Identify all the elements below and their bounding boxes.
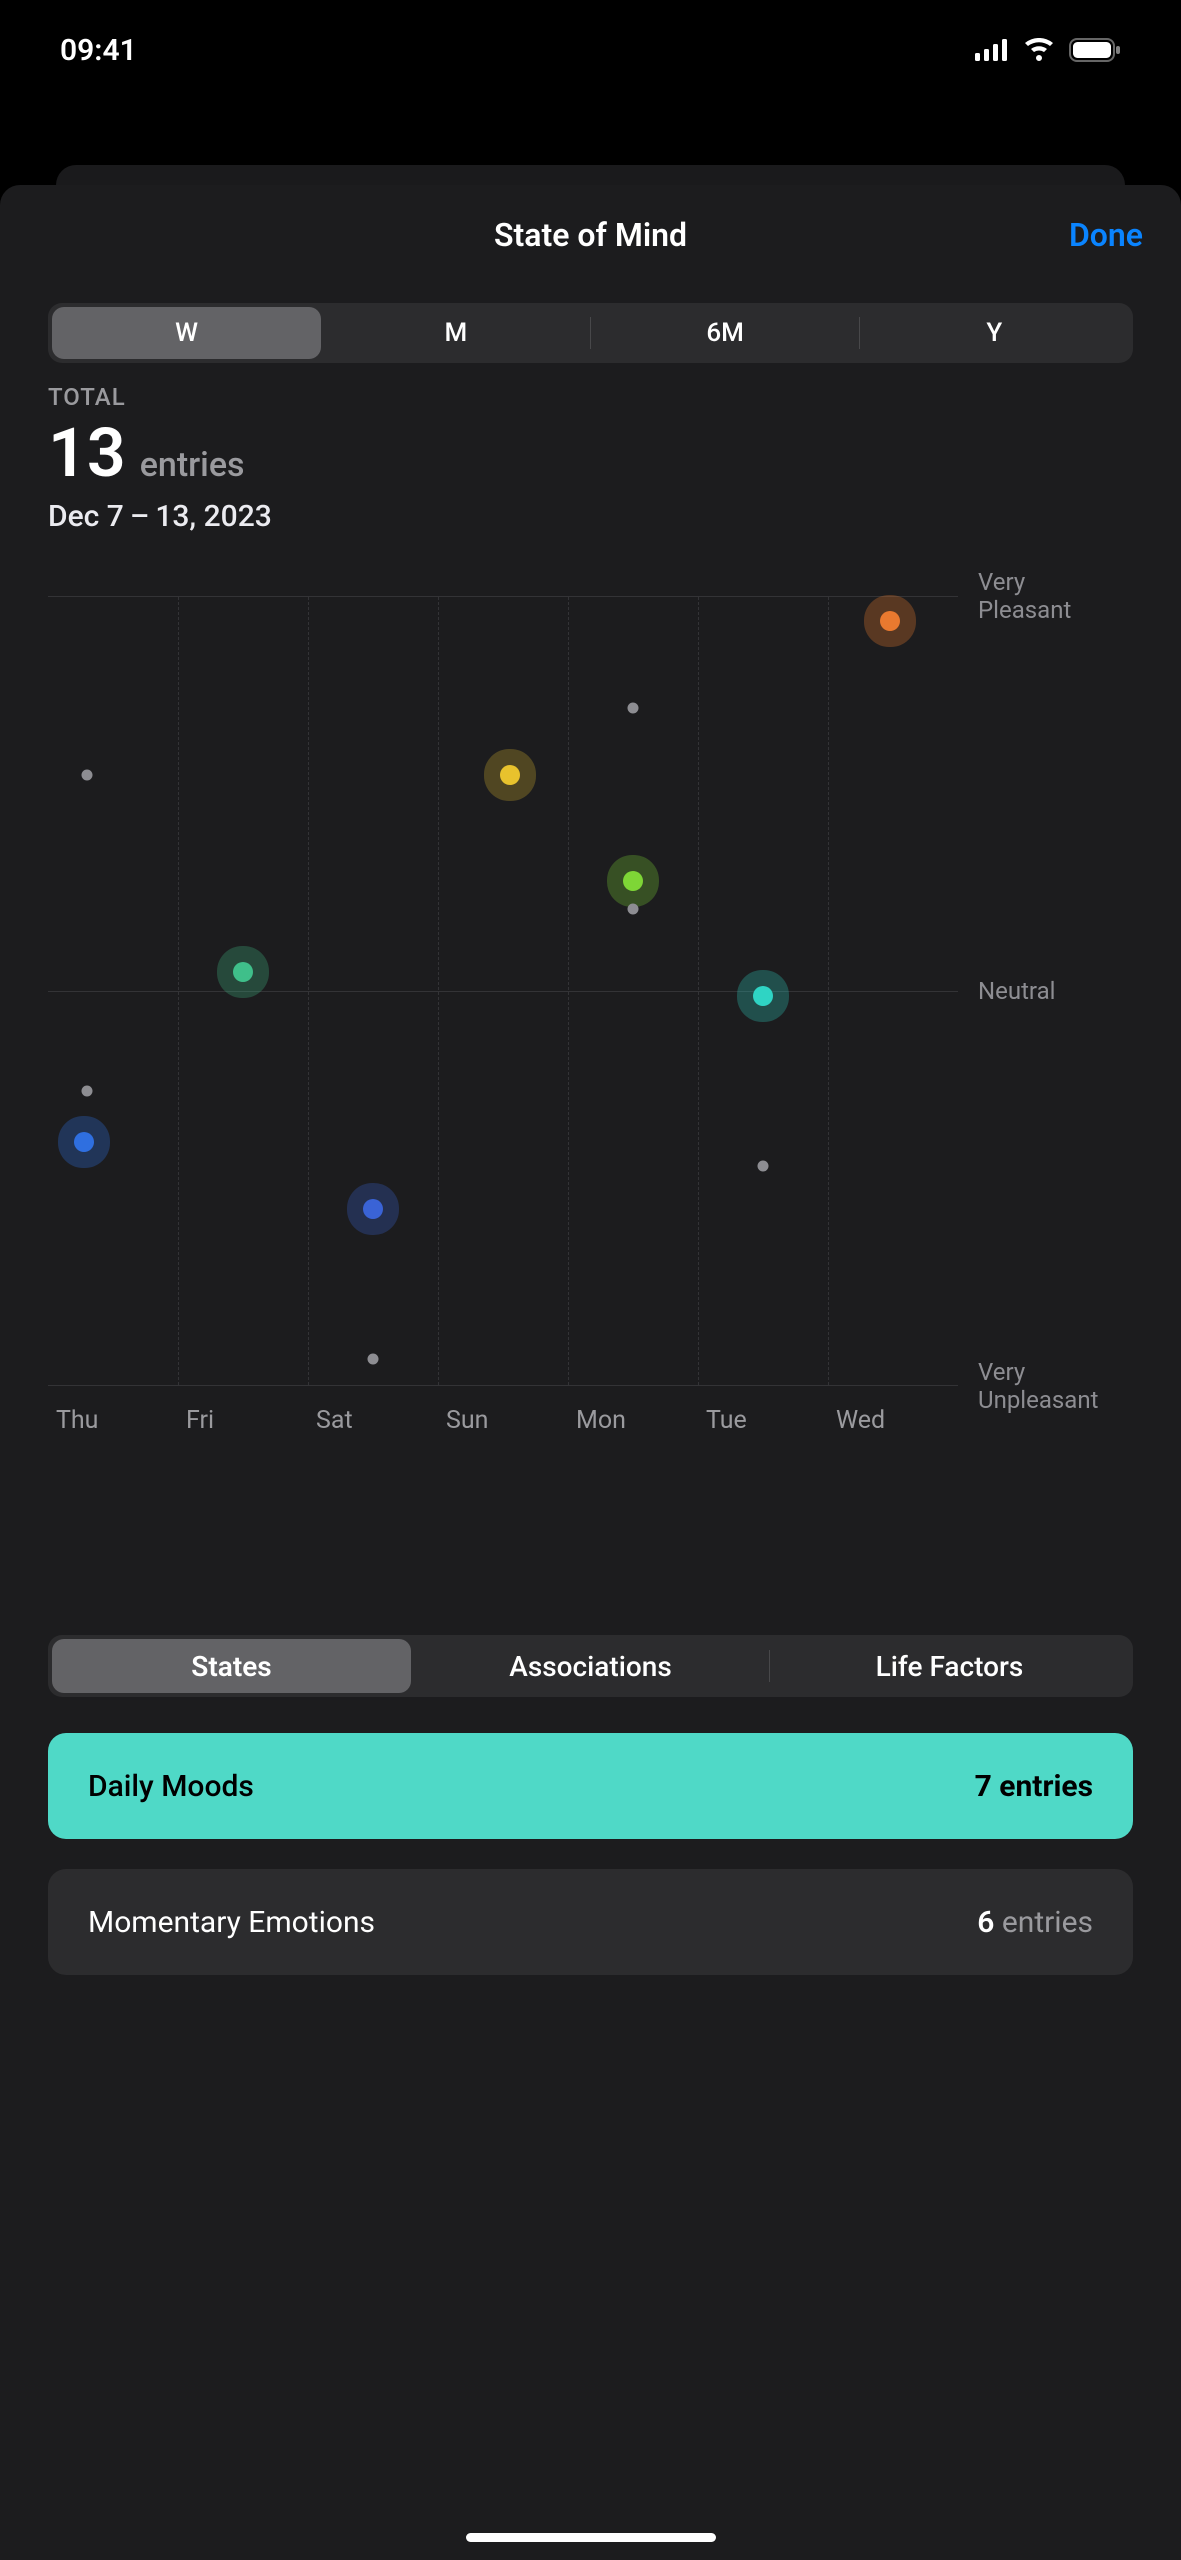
chart-gridline (828, 597, 829, 1385)
detail-panel: StatesAssociationsLife Factors Daily Moo… (0, 1605, 1181, 2560)
mood-point-momentary[interactable] (628, 904, 639, 915)
range-tab-y[interactable]: Y (860, 307, 1129, 359)
time-range-segmented[interactable]: WM6MY (48, 303, 1133, 363)
done-button[interactable]: Done (1069, 216, 1143, 254)
navigation-header: State of Mind Done (0, 185, 1181, 285)
chart-plot-area (48, 596, 958, 1386)
range-tab-m[interactable]: M (321, 307, 590, 359)
detail-segmented[interactable]: StatesAssociationsLife Factors (48, 1635, 1133, 1697)
mood-point-daily[interactable] (74, 1132, 94, 1152)
summary-count: 13 (48, 413, 126, 493)
range-tab-w[interactable]: W (52, 307, 321, 359)
wifi-icon (1023, 38, 1055, 62)
summary-unit: entries (140, 445, 245, 485)
x-axis-label: Wed (828, 1406, 958, 1435)
cellular-icon (975, 39, 1009, 61)
detail-tab-states[interactable]: States (52, 1639, 411, 1693)
mood-point-momentary[interactable] (368, 1354, 379, 1365)
summary-block: TOTAL 13 entries Dec 7 – 13, 2023 (48, 383, 1133, 534)
x-axis-label: Sun (438, 1406, 568, 1435)
mood-point-daily[interactable] (233, 962, 253, 982)
mood-point-daily[interactable] (753, 986, 773, 1006)
background-card (56, 165, 1125, 185)
mood-point-momentary[interactable] (82, 769, 93, 780)
summary-date-range: Dec 7 – 13, 2023 (48, 499, 1133, 534)
summary-label: TOTAL (48, 383, 1133, 411)
y-axis-label: VeryPleasant (978, 568, 1071, 624)
category-label: Momentary Emotions (88, 1905, 375, 1940)
chart-gridline (438, 597, 439, 1385)
x-axis-label: Thu (48, 1406, 178, 1435)
mood-point-daily[interactable] (880, 611, 900, 631)
category-label: Daily Moods (88, 1769, 254, 1804)
y-axis-label: VeryUnpleasant (978, 1358, 1098, 1414)
home-indicator[interactable] (466, 2533, 716, 2542)
mood-chart[interactable]: ThuFriSatSunMonTueWed VeryPleasantNeutra… (48, 576, 1133, 1466)
chart-x-axis: ThuFriSatSunMonTueWed (48, 1406, 958, 1435)
category-count: 6 entries (977, 1905, 1093, 1940)
mood-point-momentary[interactable] (758, 1160, 769, 1171)
mood-point-momentary[interactable] (82, 1085, 93, 1096)
category-list: Daily Moods 7 entries Momentary Emotions 6 … (48, 1733, 1133, 1975)
x-axis-label: Fri (178, 1406, 308, 1435)
chart-gridline (308, 597, 309, 1385)
status-icons (975, 38, 1121, 62)
main-sheet: State of Mind Done WM6MY TOTAL 13 entrie… (0, 185, 1181, 2560)
x-axis-label: Mon (568, 1406, 698, 1435)
category-count: 7 entries (975, 1769, 1093, 1804)
mood-point-daily[interactable] (363, 1199, 383, 1219)
detail-tab-associations[interactable]: Associations (411, 1639, 770, 1693)
chart-gridline (698, 597, 699, 1385)
battery-icon (1069, 38, 1121, 62)
range-tab-6m[interactable]: 6M (591, 307, 860, 359)
category-momentary-emotions[interactable]: Momentary Emotions 6 entries (48, 1869, 1133, 1975)
page-title: State of Mind (494, 216, 687, 254)
chart-gridline (568, 597, 569, 1385)
mood-point-daily[interactable] (500, 765, 520, 785)
category-daily-moods[interactable]: Daily Moods 7 entries (48, 1733, 1133, 1839)
mood-point-momentary[interactable] (628, 702, 639, 713)
detail-tab-life-factors[interactable]: Life Factors (770, 1639, 1129, 1693)
mood-point-daily[interactable] (623, 871, 643, 891)
chart-midline (48, 991, 958, 992)
y-axis-label: Neutral (978, 977, 1055, 1005)
status-time: 09:41 (60, 33, 137, 68)
status-bar: 09:41 (0, 0, 1181, 100)
x-axis-label: Tue (698, 1406, 828, 1435)
x-axis-label: Sat (308, 1406, 438, 1435)
chart-gridline (178, 597, 179, 1385)
